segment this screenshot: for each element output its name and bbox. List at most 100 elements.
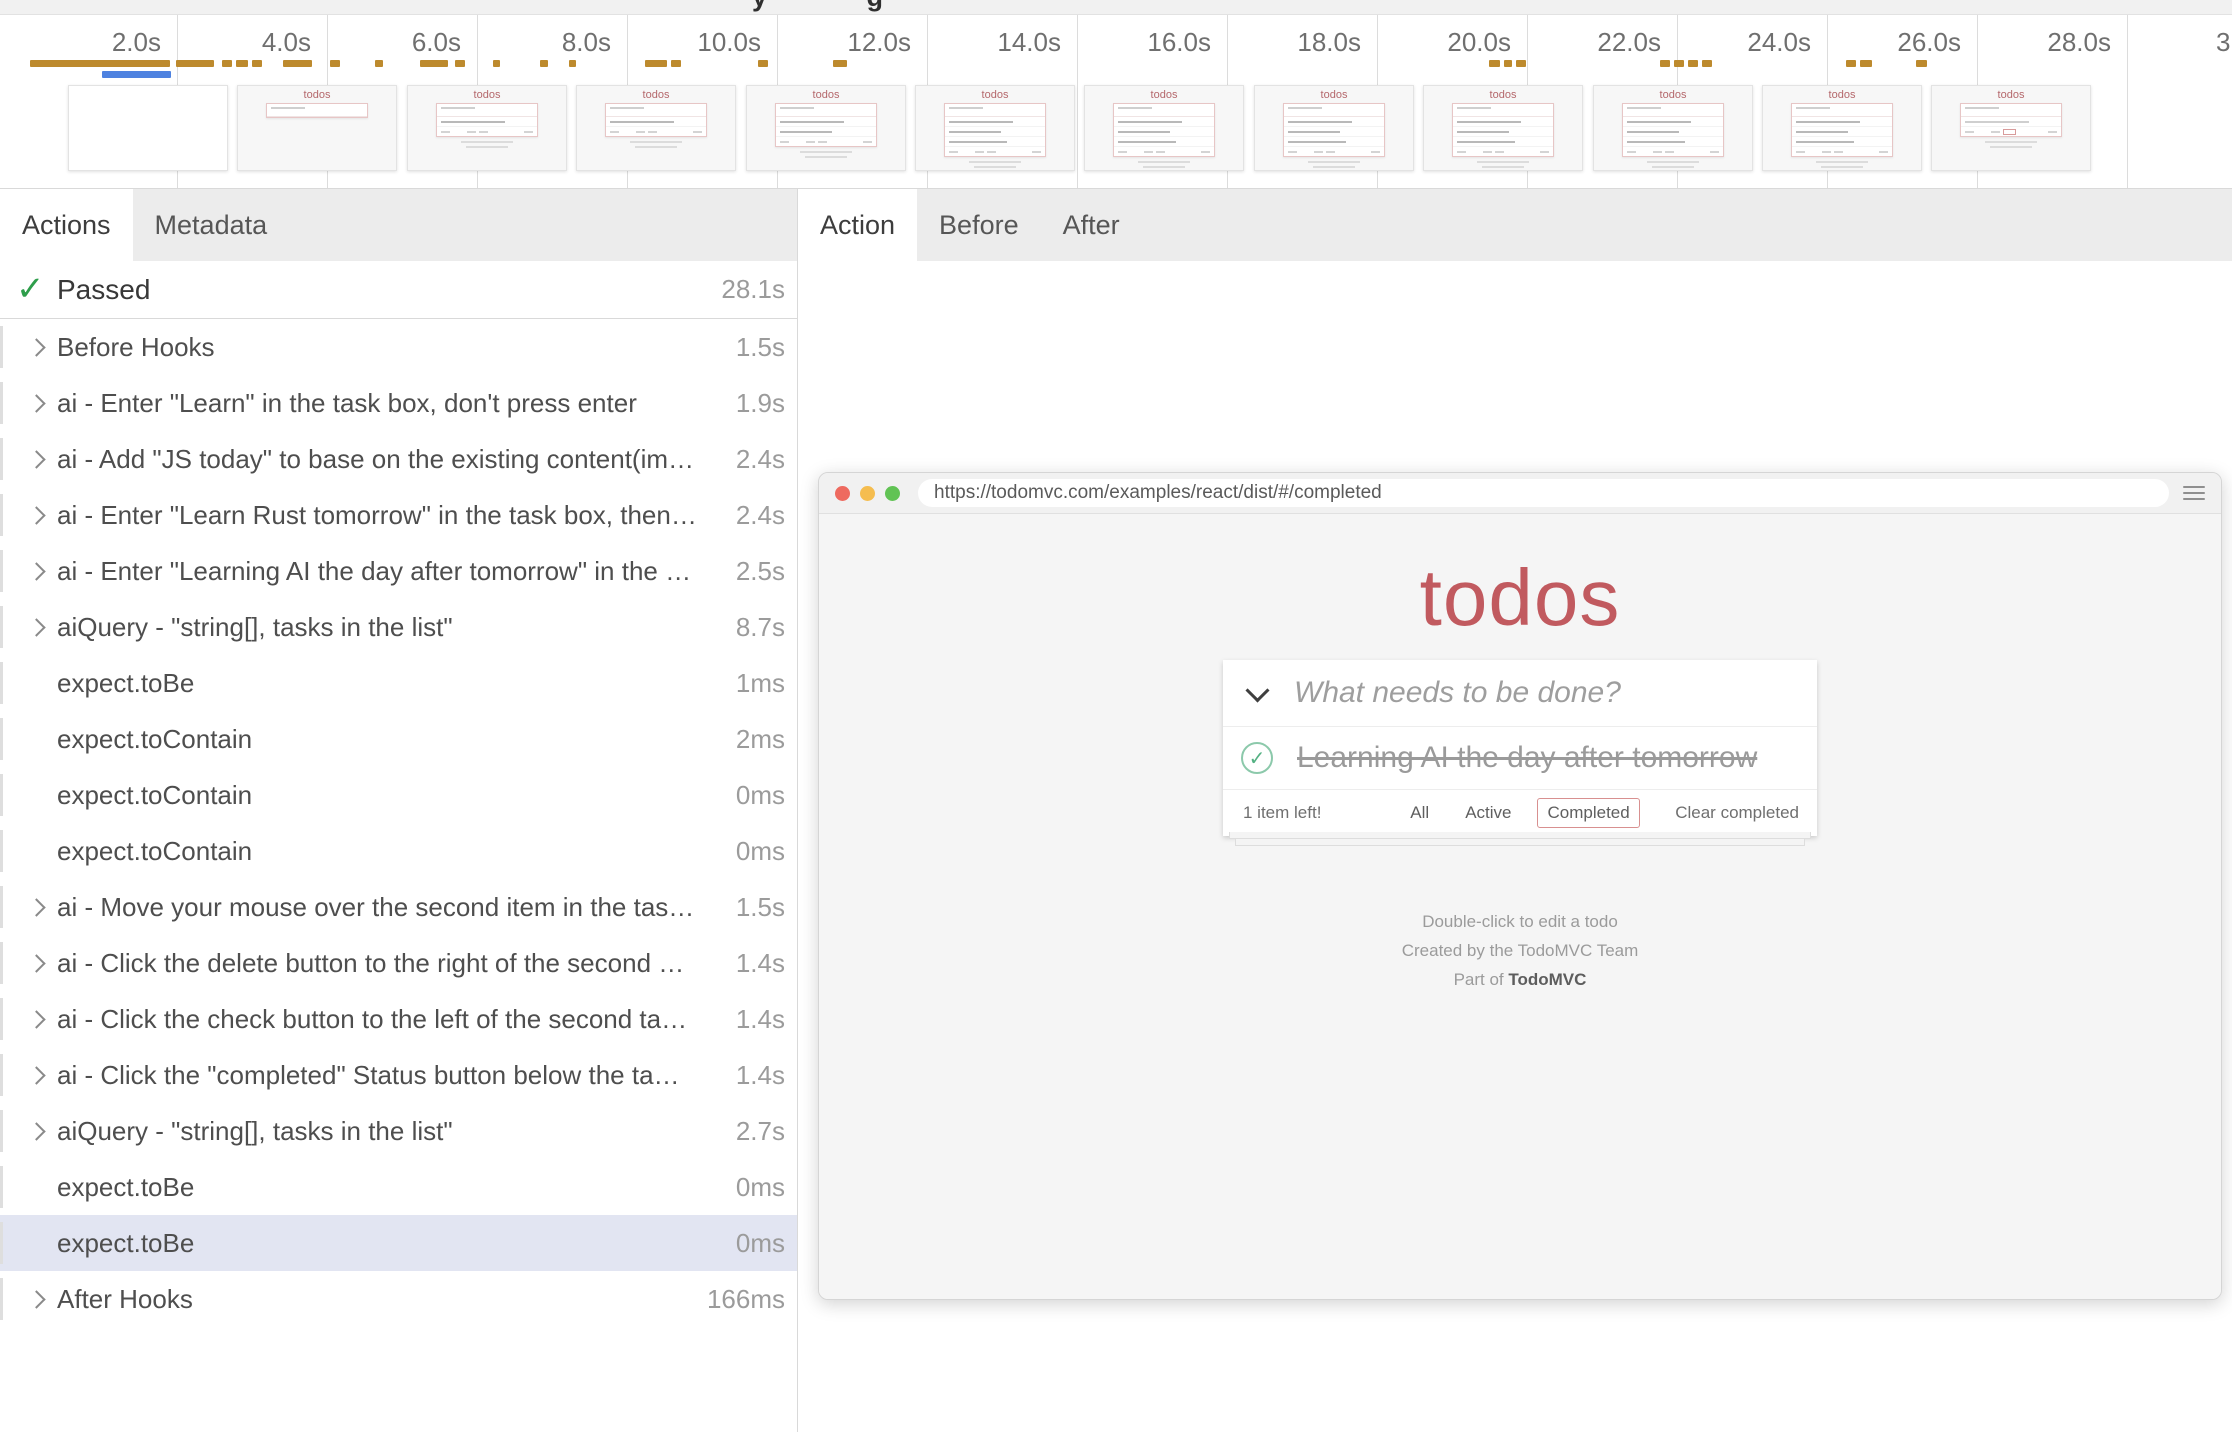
trace-timeline[interactable]: 2.0s4.0s6.0s8.0s10.0s12.0s14.0s16.0s18.0… [0,15,2232,189]
thumbnail-info-line [969,161,1021,163]
filmstrip-thumbnail[interactable]: todos [1254,85,1414,171]
filmstrip-thumbnail[interactable]: todos [237,85,397,171]
thumbnail-footer-dash [1371,151,1380,153]
action-row[interactable]: Before Hooks1.5s [0,319,797,375]
clear-completed-button[interactable]: Clear completed [1675,803,1799,823]
new-todo-row[interactable]: What needs to be done? [1223,660,1817,727]
thumbnail-app-title: todos [1424,89,1582,101]
action-row[interactable]: ai - Move your mouse over the second ite… [0,879,797,935]
action-row[interactable]: ai - Enter "Learn Rust tomorrow" in the … [0,487,797,543]
thumbnail-todo-line [1284,127,1384,137]
action-row[interactable]: aiQuery - "string[], tasks in the list"8… [0,599,797,655]
snapshot-browser-window: https://todomvc.com/examples/react/dist/… [818,472,2222,1300]
thumbnail-info-line [630,141,682,143]
filter-active[interactable]: Active [1455,798,1521,828]
timeline-tick-label: 22.0s [1511,27,1661,58]
chevron-right-icon[interactable] [27,338,45,356]
thumbnail-todo-line [1623,127,1723,137]
filter-completed[interactable]: Completed [1537,798,1639,828]
filmstrip-thumbnail[interactable] [68,85,228,171]
action-row[interactable]: expect.toContain0ms [0,823,797,879]
action-time-marker [420,60,448,67]
address-bar[interactable]: https://todomvc.com/examples/react/dist/… [918,479,2169,507]
todo-complete-toggle-icon[interactable]: ✓ [1241,742,1273,774]
action-time-marker [330,60,340,67]
action-row[interactable]: ai - Click the "completed" Status button… [0,1047,797,1103]
new-todo-input[interactable]: What needs to be done? [1294,676,1621,710]
chevron-right-icon[interactable] [27,1290,45,1308]
action-row[interactable]: expect.toBe1ms [0,655,797,711]
action-row[interactable]: aiQuery - "string[], tasks in the list"2… [0,1103,797,1159]
todomvc-brand[interactable]: TodoMVC [1508,970,1586,989]
toggle-all-chevron-icon[interactable] [1245,678,1269,702]
action-row[interactable]: ai - Enter "Learning AI the day after to… [0,543,797,599]
chevron-right-icon[interactable] [27,506,45,524]
action-time-marker [30,60,170,67]
chevron-right-icon[interactable] [27,562,45,580]
action-row[interactable]: ai - Enter "Learn" in the task box, don'… [0,375,797,431]
chevron-right-icon[interactable] [27,394,45,412]
filmstrip-thumbnail[interactable]: todos [746,85,906,171]
thumbnail-info-line [466,146,508,148]
actions-panel: ✓ Passed 28.1s Before Hooks1.5sai - Ente… [0,261,797,1432]
tab-before[interactable]: Before [917,189,1041,261]
action-row[interactable]: expect.toBe0ms [0,1159,797,1215]
filmstrip-thumbnail[interactable]: todos [576,85,736,171]
filmstrip-thumbnail[interactable]: todos [407,85,567,171]
thumbnail-placeholder-line [441,107,475,109]
action-row[interactable]: ai - Click the check button to the left … [0,991,797,1047]
tab-actions[interactable]: Actions [0,189,133,261]
chevron-right-icon[interactable] [27,1122,45,1140]
thumbnail-footer-dash [1540,151,1549,153]
thumbnail-todo-text-line [1796,121,1860,123]
filmstrip-thumbnail[interactable]: todos [1762,85,1922,171]
tab-after[interactable]: After [1041,189,1142,261]
card-stack-shadow [1235,839,1805,846]
thumbnail-app-title: todos [916,89,1074,101]
action-row[interactable]: ai - Click the delete button to the righ… [0,935,797,991]
filmstrip-thumbnail[interactable]: todos [1931,85,2091,171]
thumbnail-placeholder-line [949,107,983,109]
filmstrip-thumbnail[interactable]: todos [1084,85,1244,171]
thumbnail-info-lines [577,141,735,148]
thumbnail-footer-dash [1314,151,1323,153]
action-row[interactable]: expect.toBe0ms [0,1215,797,1271]
thumbnail-info-line [1308,161,1360,163]
chevron-right-icon[interactable] [27,1010,45,1028]
action-label: expect.toBe [57,1172,194,1203]
chevron-right-icon[interactable] [27,450,45,468]
thumbnail-todo-line [945,117,1045,127]
traffic-light-minimize-icon [860,486,875,501]
browser-menu-icon[interactable] [2183,486,2205,500]
action-label: aiQuery - "string[], tasks in the list" [57,1116,453,1147]
chevron-right-icon[interactable] [27,954,45,972]
thumbnail-footer-dash [1483,151,1492,153]
chevron-right-icon[interactable] [27,898,45,916]
chevron-right-icon[interactable] [27,618,45,636]
thumbnail-info-line [800,151,852,153]
action-row[interactable]: ai - Add "JS today" to base on the exist… [0,431,797,487]
action-row[interactable]: After Hooks166ms [0,1271,797,1327]
thumbnail-footer-dash [1710,151,1719,153]
action-row[interactable]: expect.toContain0ms [0,767,797,823]
tab-action[interactable]: Action [798,189,917,261]
todo-item-row[interactable]: ✓ Learning AI the day after tomorrow [1223,727,1817,790]
filmstrip-thumbnail[interactable]: todos [1593,85,1753,171]
thumbnail-footer-dash [1879,151,1888,153]
info-line: Created by the TodoMVC Team [819,936,2221,965]
filmstrip-thumbnail[interactable]: todos [1423,85,1583,171]
action-label: ai - Click the check button to the left … [57,1004,687,1035]
action-row[interactable]: expect.toContain2ms [0,711,797,767]
action-time-marker [645,60,667,67]
thumbnail-footer-dash [1457,151,1466,153]
thumbnail-todo-text-line [780,121,844,123]
timeline-tick-label: 24.0s [1661,27,1811,58]
info-line: Double-click to edit a todo [819,907,2221,936]
filmstrip-thumbnail[interactable]: todos [915,85,1075,171]
thumbnail-todo-text-line [441,121,505,123]
chevron-right-icon[interactable] [27,1066,45,1084]
timeline-tick-label: 20.0s [1361,27,1511,58]
tab-metadata[interactable]: Metadata [133,189,290,261]
thumbnail-footer-dash [1991,131,2000,133]
filter-all[interactable]: All [1400,798,1439,828]
